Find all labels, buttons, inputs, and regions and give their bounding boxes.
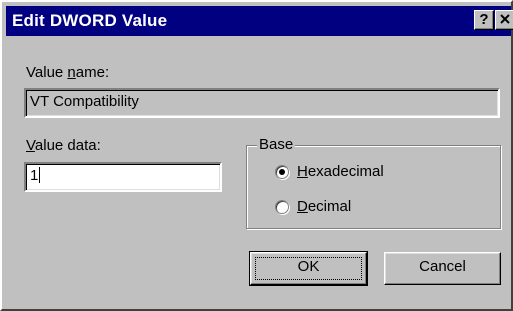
window-title: Edit DWORD Value — [12, 11, 168, 30]
decimal-label: Decimal — [297, 198, 352, 215]
cancel-label: Cancel — [419, 258, 466, 275]
close-button[interactable] — [495, 10, 513, 30]
text-caret — [39, 167, 41, 183]
radio-button-checked[interactable] — [275, 164, 289, 179]
hexadecimal-label: Hexadecimal — [297, 163, 384, 180]
title-bar[interactable]: Edit DWORD Value ? — [6, 6, 513, 36]
help-button[interactable]: ? — [474, 10, 494, 30]
base-group-label: Base — [257, 136, 296, 153]
value-data-label: Value data: — [26, 137, 101, 154]
value-name-field[interactable]: VT Compatibility — [24, 88, 500, 118]
value-data-text: 1 — [30, 167, 39, 184]
radio-button-unchecked[interactable] — [275, 199, 289, 214]
ok-button[interactable]: OK — [249, 251, 368, 286]
cancel-button[interactable]: Cancel — [384, 252, 501, 285]
value-name-label: Value name: — [26, 64, 110, 81]
help-icon: ? — [479, 11, 489, 28]
close-icon — [500, 14, 510, 24]
radio-decimal[interactable]: Decimal — [275, 198, 351, 215]
edit-dword-dialog: Edit DWORD Value ? Value name: VT Compat… — [0, 0, 513, 311]
value-name-text: VT Compatibility — [30, 93, 139, 110]
radio-hexadecimal[interactable]: Hexadecimal — [275, 163, 384, 180]
value-data-input[interactable]: 1 — [24, 162, 222, 192]
base-groupbox: Base Hexadecimal Decimal — [246, 136, 501, 229]
focus-rect — [255, 257, 362, 280]
